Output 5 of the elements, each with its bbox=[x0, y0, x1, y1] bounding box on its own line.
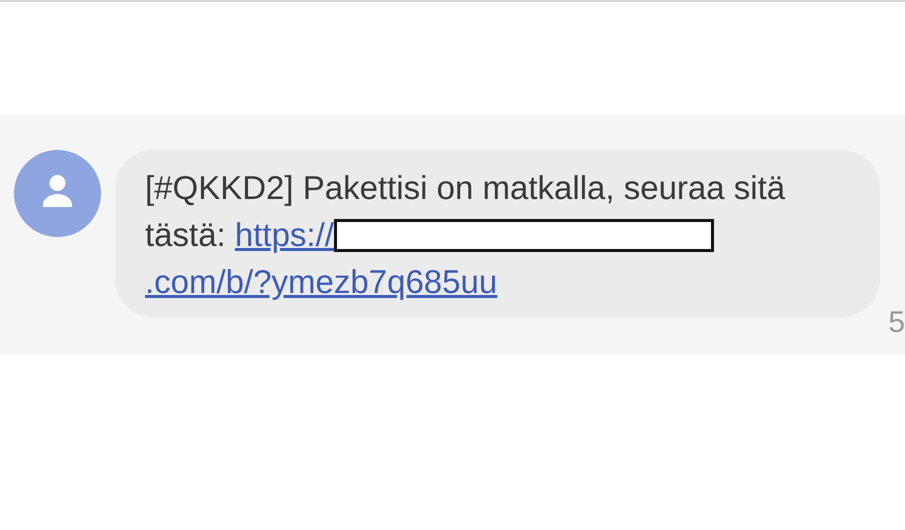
message-time: 5 bbox=[888, 305, 905, 341]
message-link[interactable]: https:// bbox=[234, 216, 334, 253]
message-text: [#QKKD2] Pakettisi on matkalla, seuraa sitä tästä: https:// .com/b/?ymezb7q685uu bbox=[145, 168, 786, 302]
message-link[interactable]: .com/b/?ymezb7q685uu bbox=[145, 263, 498, 300]
avatar-icon bbox=[14, 150, 101, 237]
